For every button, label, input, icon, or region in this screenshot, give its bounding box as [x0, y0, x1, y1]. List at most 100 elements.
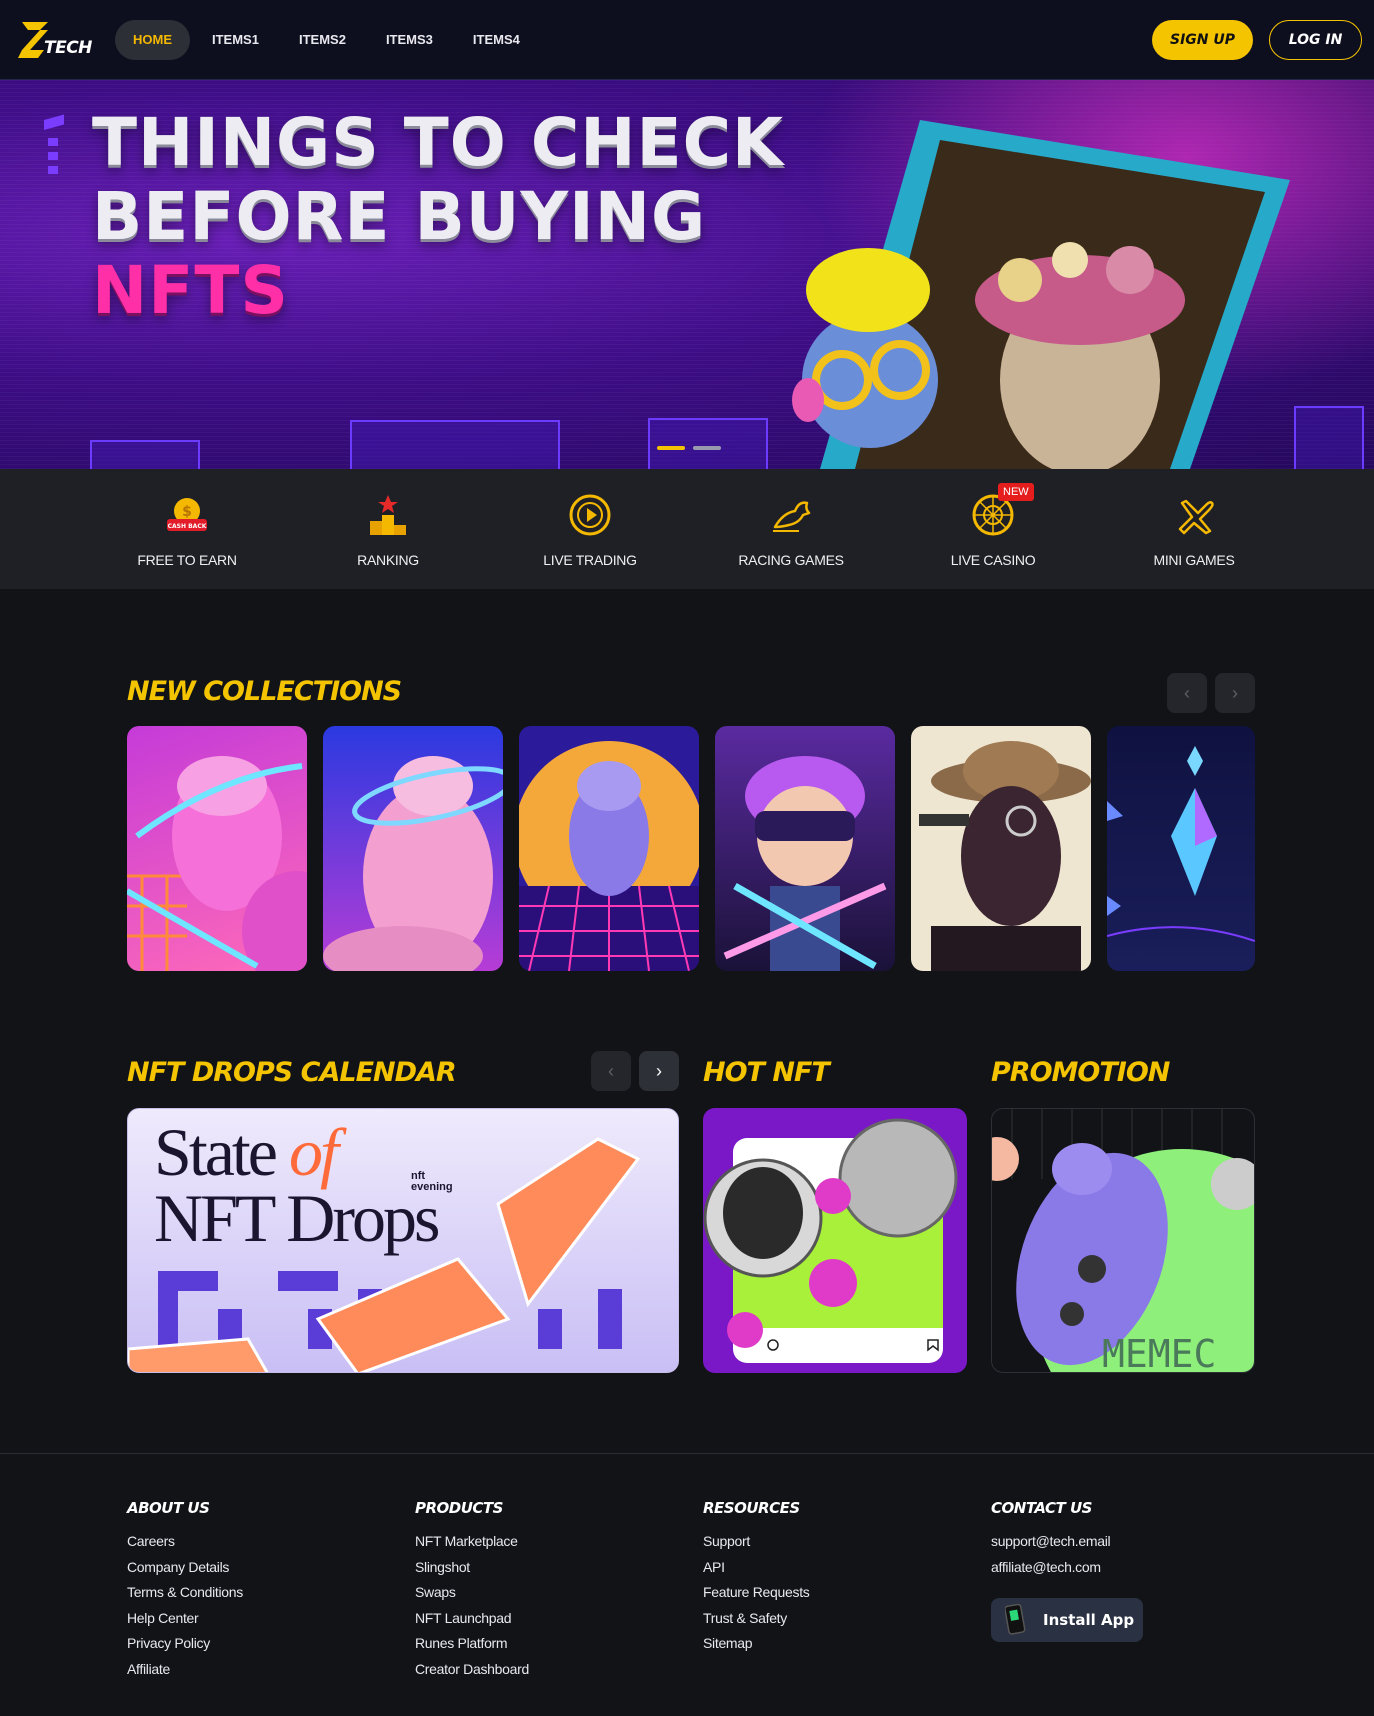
phone-icon — [1005, 1604, 1026, 1635]
footer-link[interactable]: Trust & Safety — [703, 1610, 809, 1636]
collection-art-2 — [323, 756, 503, 971]
install-app-button[interactable]: Install App — [991, 1598, 1143, 1642]
collection-card-2[interactable] — [323, 726, 503, 971]
footer-link[interactable]: Privacy Policy — [127, 1635, 243, 1661]
main-menu: HOME ITEMS1 ITEMS2 ITEMS3 ITEMS4 — [115, 20, 538, 60]
login-button[interactable]: LOG IN — [1269, 20, 1362, 60]
footer-heading: ABOUT US — [127, 1499, 210, 1517]
slide-dot-1[interactable] — [657, 446, 685, 450]
airplane-icon — [1178, 499, 1214, 535]
nft-evening-logo: nft evening — [411, 1171, 453, 1193]
footer-link[interactable]: API — [703, 1559, 809, 1585]
category-label: MINI GAMES — [1153, 552, 1235, 568]
footer-link[interactable]: NFT Marketplace — [415, 1533, 529, 1559]
category-label: LIVE TRADING — [543, 552, 637, 568]
install-app-label: Install App — [1043, 1611, 1135, 1629]
new-collections-title: NEW COLLECTIONS — [127, 676, 402, 707]
footer-heading: RESOURCES — [703, 1499, 800, 1517]
footer-link[interactable]: Careers — [127, 1533, 243, 1559]
collection-card-3[interactable] — [519, 726, 699, 971]
top-navbar: TECH HOME ITEMS1 ITEMS2 ITEMS3 ITEMS4 SI… — [0, 0, 1374, 80]
hero-headline: THINGS TO CHECK BEFORE BUYING NFTS — [92, 106, 784, 328]
footer-link[interactable]: Runes Platform — [415, 1635, 529, 1661]
collection-art-6 — [1107, 746, 1255, 942]
footer-heading: PRODUCTS — [415, 1499, 503, 1517]
hero-nft-artwork — [750, 80, 1374, 469]
cashback-icon-text: CASH BACK — [168, 523, 207, 530]
nav-home[interactable]: HOME — [115, 20, 190, 60]
hot-nft-title: HOT NFT — [703, 1057, 830, 1088]
chevron-left-icon: ‹ — [608, 1061, 614, 1081]
hero-deco-box — [350, 420, 560, 469]
category-label: RACING GAMES — [738, 552, 844, 568]
slide-dot-2[interactable] — [693, 446, 721, 450]
collection-art-5 — [919, 741, 1091, 971]
promo-memec-text: MEMEC — [1102, 1332, 1216, 1373]
footer-link[interactable]: Slingshot — [415, 1559, 529, 1585]
cashback-coin-icon: $ CASH BACK — [167, 498, 207, 531]
promotion-art: MEMEC — [992, 1109, 1254, 1373]
svg-text:$: $ — [182, 504, 192, 520]
category-label: LIVE CASINO — [950, 552, 1036, 568]
category-live-casino[interactable]: LIVE CASINO — [913, 493, 1073, 568]
hero-line-2: BEFORE BUYING — [92, 178, 707, 255]
footer-link[interactable]: Sitemap — [703, 1635, 809, 1661]
footer-email-link[interactable]: affiliate@tech.com — [991, 1559, 1110, 1585]
footer-link[interactable]: NFT Launchpad — [415, 1610, 529, 1636]
footer-link[interactable]: Terms & Conditions — [127, 1584, 243, 1610]
nav-items1[interactable]: ITEMS1 — [194, 20, 277, 60]
drops-next-button[interactable]: › — [639, 1051, 679, 1091]
promotion-card[interactable]: MEMEC — [991, 1108, 1255, 1373]
hero-deco-box — [90, 440, 200, 469]
collection-art-4 — [723, 756, 887, 971]
category-free-to-earn[interactable]: $ CASH BACK FREE TO EARN — [107, 493, 267, 568]
drops-calendar-title: NFT DROPS CALENDAR — [127, 1057, 457, 1088]
signup-button[interactable]: SIGN UP — [1152, 20, 1253, 60]
hero-banner[interactable]: THINGS TO CHECK BEFORE BUYING NFTS — [0, 80, 1374, 469]
collections-prev-button[interactable]: ‹ — [1167, 673, 1207, 713]
footer-link[interactable]: Help Center — [127, 1610, 243, 1636]
footer-col-resources: RESOURCES Support API Feature Requests T… — [703, 1499, 810, 1661]
nav-items3[interactable]: ITEMS3 — [368, 20, 451, 60]
collection-card-1[interactable] — [127, 726, 307, 971]
footer-email-link[interactable]: support@tech.email — [991, 1533, 1111, 1559]
hero-stripe-decoration — [44, 114, 64, 174]
site-footer: ABOUT US Careers Company Details Terms &… — [0, 1453, 1374, 1716]
footer-col-about: ABOUT US Careers Company Details Terms &… — [127, 1499, 243, 1686]
footer-link[interactable]: Support — [703, 1533, 809, 1559]
category-mini-games[interactable]: MINI GAMES — [1114, 493, 1274, 568]
footer-link[interactable]: Swaps — [415, 1584, 529, 1610]
chevron-left-icon: ‹ — [1184, 683, 1190, 703]
nft-drops-card[interactable]: State of NFT Drops nft evening — [127, 1108, 679, 1373]
category-label: RANKING — [357, 552, 419, 568]
collection-card-4[interactable] — [715, 726, 895, 971]
nav-items2[interactable]: ITEMS2 — [281, 20, 364, 60]
hot-nft-card[interactable] — [703, 1108, 967, 1373]
category-live-trading[interactable]: LIVE TRADING — [510, 493, 670, 568]
drops-prev-button[interactable]: ‹ — [591, 1051, 631, 1091]
collection-art-1 — [127, 756, 307, 971]
site-logo[interactable]: TECH — [18, 18, 92, 62]
logo-text: TECH — [44, 38, 92, 58]
hot-nft-art — [703, 1118, 958, 1363]
footer-col-products: PRODUCTS NFT Marketplace Slingshot Swaps… — [415, 1499, 529, 1686]
collection-card-6[interactable] — [1107, 726, 1255, 971]
promotion-title: PROMOTION — [991, 1057, 1170, 1088]
hero-line-3: NFTS — [92, 252, 289, 329]
chevron-right-icon: › — [656, 1061, 662, 1081]
collections-next-button[interactable]: › — [1215, 673, 1255, 713]
footer-link[interactable]: Creator Dashboard — [415, 1661, 529, 1687]
collection-card-5[interactable] — [911, 726, 1091, 971]
footer-link[interactable]: Feature Requests — [703, 1584, 810, 1610]
new-badge: NEW — [998, 483, 1034, 501]
collection-art-3 — [519, 741, 699, 971]
podium-icon — [370, 495, 406, 535]
category-ranking[interactable]: RANKING — [308, 493, 468, 568]
drops-card-heading: State of NFT Drops — [154, 1118, 440, 1252]
footer-link[interactable]: Company Details — [127, 1559, 243, 1585]
nft-evening-logo-line2: evening — [411, 1181, 453, 1193]
horse-racing-icon — [773, 501, 811, 532]
category-racing-games[interactable]: RACING GAMES — [711, 493, 871, 568]
nav-items4[interactable]: ITEMS4 — [455, 20, 538, 60]
footer-link[interactable]: Affiliate — [127, 1661, 243, 1687]
